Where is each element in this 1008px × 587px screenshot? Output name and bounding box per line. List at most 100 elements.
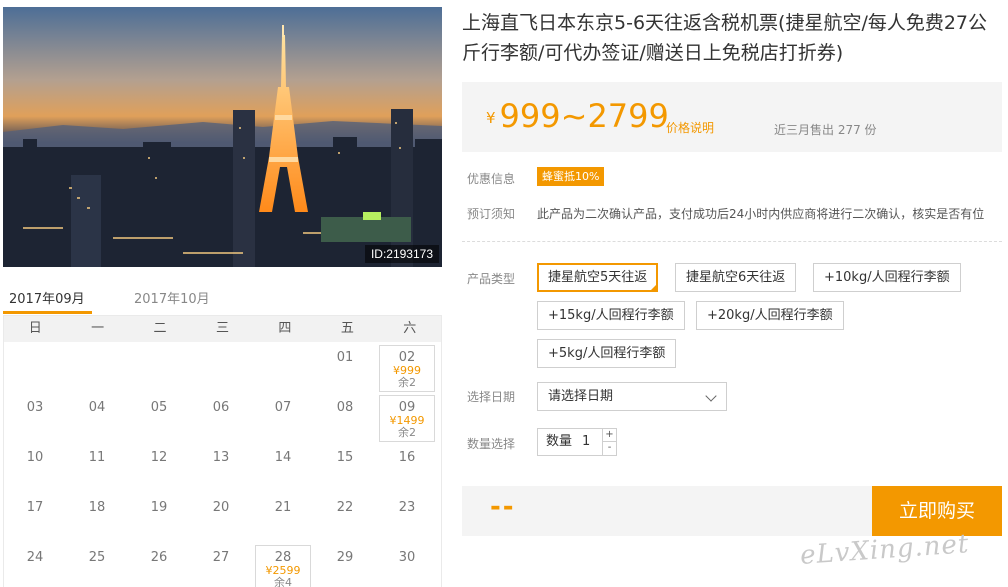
calendar-day: 30 [376, 542, 438, 587]
option-jetstar-6-day[interactable]: 捷星航空6天往返 [675, 263, 797, 292]
calendar-day-number: 18 [88, 500, 106, 515]
calendar-day: 23 [376, 492, 438, 542]
quantity-increment-button[interactable]: + [602, 429, 616, 442]
calendar-empty-cell [252, 342, 314, 392]
calendar-day: 22 [314, 492, 376, 542]
quantity-field-label: 数量 [546, 434, 573, 449]
buy-now-button[interactable]: 立即购买 [872, 486, 1002, 536]
calendar-day-number: 17 [26, 500, 44, 515]
quantity-input[interactable]: 1 [582, 429, 590, 455]
calendar-day-number: 29 [336, 550, 354, 565]
calendar-day-number: 21 [274, 500, 292, 515]
calendar-day: 20 [190, 492, 252, 542]
calendar-day: 27 [190, 542, 252, 587]
calendar-day-number: 20 [212, 500, 230, 515]
calendar-day: 11 [66, 442, 128, 492]
calendar-day: 01 [314, 342, 376, 392]
calendar-day-number: 10 [26, 450, 44, 465]
calendar-day: 06 [190, 392, 252, 442]
calendar-day-number: 23 [398, 500, 416, 515]
tab-2017-10[interactable]: 2017年10月 [134, 283, 210, 315]
weekday-wed: 三 [215, 321, 229, 336]
weekday-sat: 六 [403, 321, 417, 336]
calendar-day: 14 [252, 442, 314, 492]
weekday-sun: 日 [28, 321, 42, 336]
calendar-day[interactable]: 28 ¥2599 余4 [255, 545, 311, 587]
calendar-day-number: 01 [336, 350, 354, 365]
calendar-day: 19 [128, 492, 190, 542]
calendar-day-number: 11 [88, 450, 106, 465]
calendar-day: 15 [314, 442, 376, 492]
purchase-bar: -- 立即购买 [462, 486, 1002, 536]
product-photo: ID:2193173 [3, 7, 442, 267]
calendar-day-number: 12 [150, 450, 168, 465]
photo-id-label: ID:2193173 [364, 245, 439, 263]
calendar-day[interactable]: 09 ¥1499 余2 [379, 395, 435, 442]
option-plus-20kg[interactable]: +20kg/人回程行李额 [696, 301, 844, 330]
discount-label: 优惠信息 [467, 172, 516, 186]
option-plus-5kg[interactable]: +5kg/人回程行李额 [537, 339, 677, 368]
calendar-day-number: 02 [398, 350, 416, 365]
booking-notice-text: 此产品为二次确认产品，支付成功后24小时内供应商将进行二次确认，核实是否有位 [537, 207, 985, 221]
calendar-day[interactable]: 02 ¥999 余2 [379, 345, 435, 392]
calendar-day: 25 [66, 542, 128, 587]
weekday-tue: 二 [153, 321, 167, 336]
calendar-empty-cell [190, 342, 252, 392]
calendar-day-number: 05 [150, 400, 168, 415]
calendar-day-number: 13 [212, 450, 230, 465]
calendar-day-number: 26 [150, 550, 168, 565]
calendar-empty-cell [66, 342, 128, 392]
total-price: -- [490, 492, 516, 522]
calendar-day: 05 [128, 392, 190, 442]
price-range: ¥999~2799 [486, 96, 669, 138]
calendar-day: 26 [128, 542, 190, 587]
calendar-day: 03 [4, 392, 66, 442]
calendar-month-tabs: 2017年09月 2017年10月 [3, 283, 442, 315]
calendar-day: 10 [4, 442, 66, 492]
calendar-day-number: 08 [336, 400, 354, 415]
calendar-day-number: 03 [26, 400, 44, 415]
calendar: 日 一 二 三 四 五 六 01 02 ¥999 余2 03 04 05 06 07 08 09 ¥1… [3, 315, 442, 587]
quantity-decrement-button[interactable]: - [602, 442, 616, 455]
notice-label: 预订须知 [467, 207, 516, 221]
product-type-label: 产品类型 [467, 272, 516, 286]
calendar-empty-cell [128, 342, 190, 392]
calendar-day: 24 [4, 542, 66, 587]
calendar-day-number: 30 [398, 550, 416, 565]
calendar-day-number: 04 [88, 400, 106, 415]
section-divider [462, 241, 1002, 242]
weekday-fri: 五 [340, 321, 354, 336]
weekday-mon: 一 [91, 321, 105, 336]
discount-badge: 蜂蜜抵10% [537, 167, 605, 186]
chevron-down-icon [705, 390, 717, 402]
calendar-day-stock: 余2 [398, 426, 416, 439]
option-jetstar-5-day[interactable]: 捷星航空5天往返 [537, 263, 659, 292]
calendar-day-number: 19 [150, 500, 168, 515]
calendar-empty-cell [4, 342, 66, 392]
calendar-day-number: 24 [26, 550, 44, 565]
calendar-day: 16 [376, 442, 438, 492]
calendar-day-number: 15 [336, 450, 354, 465]
product-title: 上海直飞日本东京5-6天往返含税机票(捷星航空/每人免费27公斤行李额/可代办签… [462, 12, 988, 64]
calendar-weekday-header: 日 一 二 三 四 五 六 [4, 316, 441, 342]
calendar-day-number: 28 [274, 550, 292, 565]
price-explanation-link[interactable]: 价格说明 [666, 119, 714, 136]
calendar-day: 08 [314, 392, 376, 442]
option-plus-15kg[interactable]: +15kg/人回程行李额 [537, 301, 685, 330]
tokyo-skyline-image [3, 7, 442, 267]
currency-symbol: ¥ [486, 109, 496, 127]
weekday-thu: 四 [278, 321, 292, 336]
calendar-day-number: 22 [336, 500, 354, 515]
calendar-day: 18 [66, 492, 128, 542]
calendar-day-number: 14 [274, 450, 292, 465]
date-select[interactable]: 请选择日期 [537, 382, 727, 411]
calendar-day-number: 09 [398, 400, 416, 415]
calendar-day: 07 [252, 392, 314, 442]
option-plus-10kg[interactable]: +10kg/人回程行李额 [813, 263, 961, 292]
calendar-day-number: 07 [274, 400, 292, 415]
calendar-day: 04 [66, 392, 128, 442]
calendar-day: 13 [190, 442, 252, 492]
quantity-stepper: 数量 1 + - [537, 428, 617, 456]
calendar-day: 12 [128, 442, 190, 492]
calendar-day-stock: 余2 [398, 376, 416, 389]
